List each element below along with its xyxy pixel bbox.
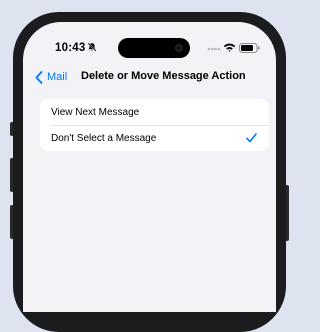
option-view-next-message[interactable]: View Next Message [40, 99, 269, 125]
page-title: Delete or Move Message Action [81, 70, 246, 82]
phone-screen: 10:43 Mail Delete or Move Message Action… [23, 22, 276, 312]
option-label: Don't Select a Message [51, 132, 157, 144]
options-list: View Next Message Don't Select a Message [40, 99, 269, 151]
dynamic-island [118, 38, 190, 58]
back-button[interactable]: Mail [35, 68, 67, 86]
option-dont-select-message[interactable]: Don't Select a Message [40, 125, 269, 151]
bell-slash-icon [87, 42, 97, 52]
cellular-signal-icon [207, 47, 221, 51]
option-label: View Next Message [51, 106, 140, 118]
wifi-icon [223, 43, 236, 52]
back-button-label: Mail [47, 71, 68, 83]
checkmark-icon [246, 133, 257, 143]
camera-lens [175, 44, 183, 52]
battery-icon [239, 43, 260, 53]
chevron-left-icon [35, 70, 43, 84]
status-time: 10:43 [55, 42, 86, 54]
